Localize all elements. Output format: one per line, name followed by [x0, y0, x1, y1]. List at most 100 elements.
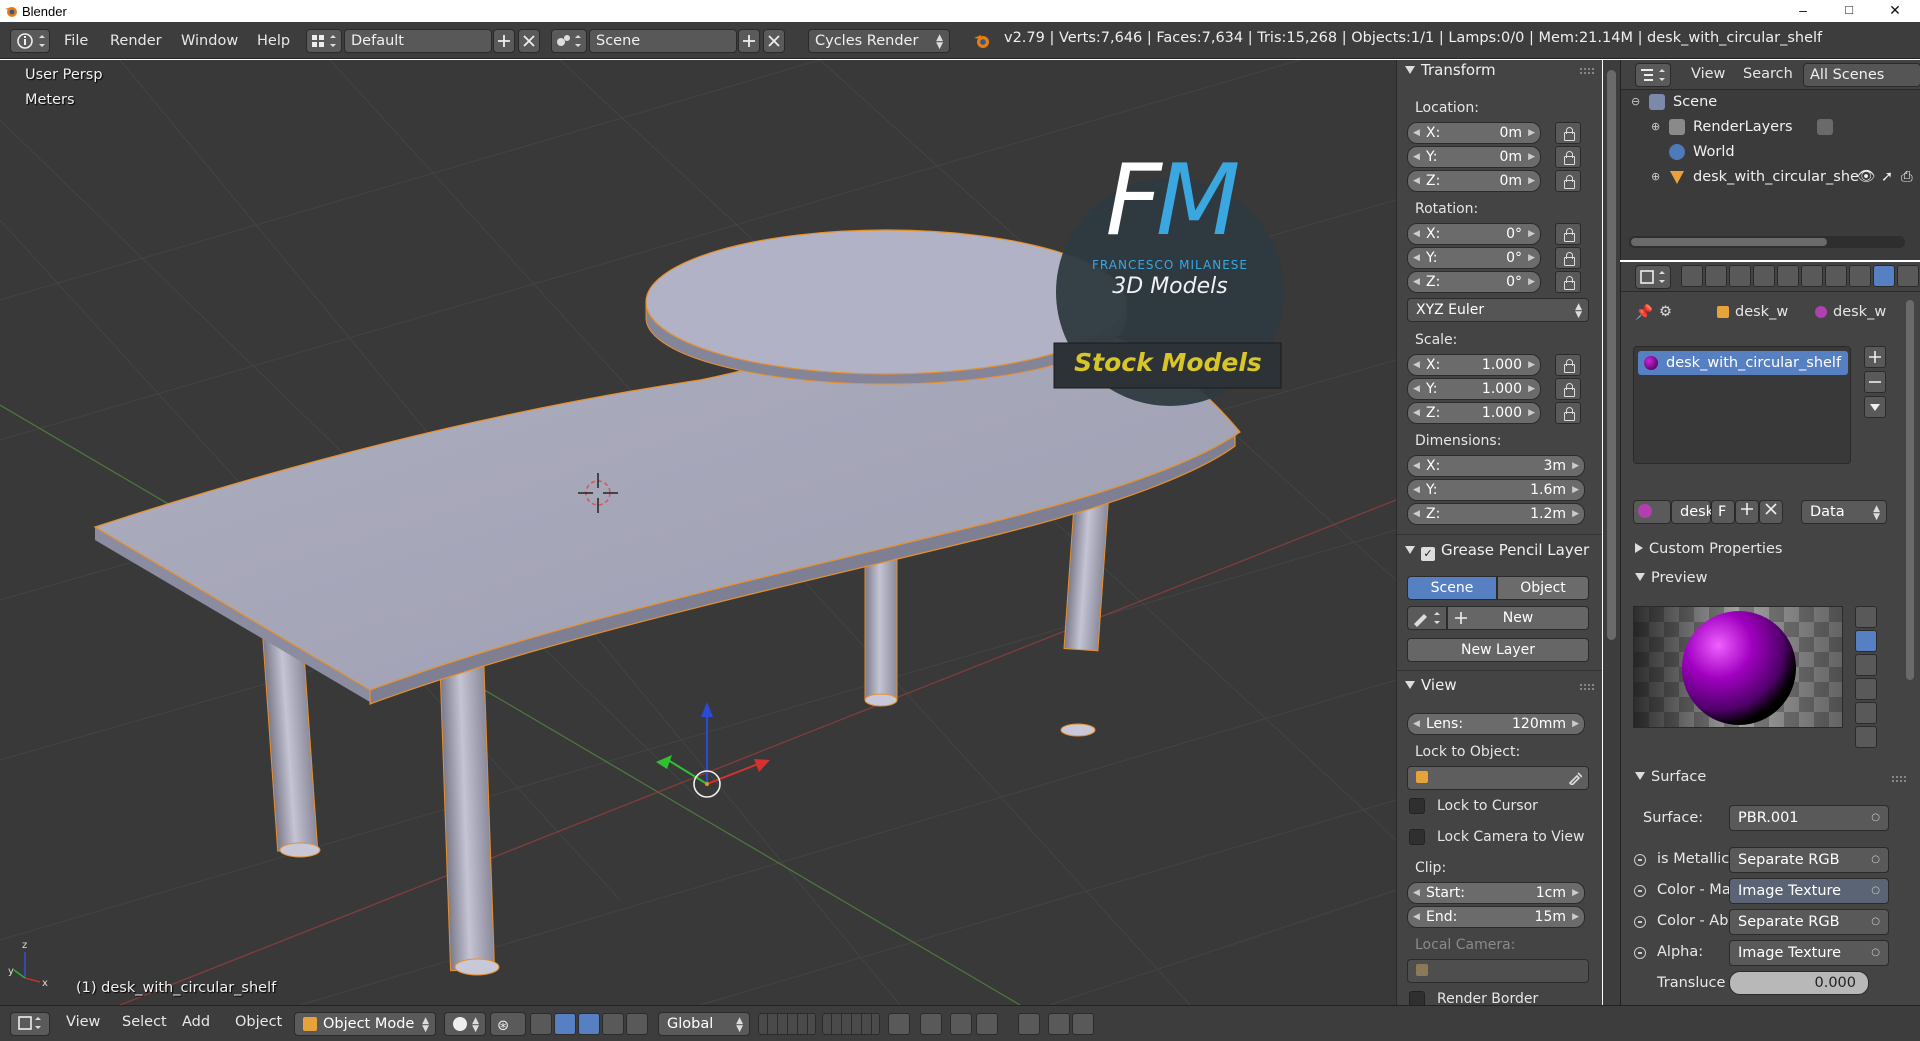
editor-type-properties-button[interactable]	[1635, 265, 1671, 289]
material-name-field[interactable]: desk_	[1671, 500, 1721, 524]
lock-scale-z-icon[interactable]	[1555, 402, 1581, 424]
surface-section-header[interactable]: Surface	[1635, 769, 1706, 785]
monkey-preview-icon[interactable]	[1855, 678, 1877, 700]
transform-gizmo[interactable]	[656, 702, 770, 798]
add-screen-button[interactable]	[493, 29, 515, 53]
expand-input-icon[interactable]	[1634, 854, 1646, 866]
outliner-display-mode[interactable]: All Scenes	[1803, 63, 1920, 87]
scene-tab-icon[interactable]	[1729, 265, 1751, 287]
render-engine-selector[interactable]: Cycles Render ▲ ▼	[808, 29, 950, 53]
snap-element-icon[interactable]	[976, 1013, 998, 1035]
editor-type-outliner-button[interactable]	[1635, 63, 1671, 87]
clip-end-field[interactable]: ◀ End: 15m ▶	[1407, 906, 1585, 928]
scale-x-field[interactable]: ◀ X: 1.000 ▶	[1407, 354, 1541, 376]
data-tab-icon[interactable]	[1849, 265, 1871, 287]
location-z-field[interactable]: ◀ Z: 0m ▶	[1407, 170, 1541, 192]
dimensions-x-field[interactable]: ◀ X: 3m ▶	[1407, 455, 1585, 477]
add-scene-button[interactable]	[738, 29, 760, 53]
transform-panel-header[interactable]: Transform	[1405, 61, 1496, 79]
layers-grid-1[interactable]	[758, 1013, 816, 1035]
screen-layout-name[interactable]: Default	[344, 29, 492, 53]
render-border-checkbox[interactable]	[1409, 991, 1425, 1005]
lock-scale-y-icon[interactable]	[1555, 378, 1581, 400]
move-manipulator-icon[interactable]	[578, 1013, 600, 1035]
lens-field[interactable]: ◀ Lens: 120mm ▶	[1407, 713, 1585, 735]
maximize-button[interactable]: □	[1826, 0, 1872, 22]
constraints-tab-icon[interactable]	[1801, 265, 1823, 287]
rotation-y-field[interactable]: ◀ Y: 0° ▶	[1407, 247, 1541, 269]
unlink-material-button[interactable]	[1759, 500, 1783, 524]
lock-object-field[interactable]	[1407, 766, 1589, 790]
tab-object[interactable]: Object	[1497, 576, 1589, 600]
lock-location-z-icon[interactable]	[1555, 170, 1581, 192]
checkbox-checked-icon[interactable]: ✓	[1421, 547, 1435, 561]
mode-selector[interactable]: Object Mode ▲ ▼	[294, 1012, 436, 1036]
metallic-input-node[interactable]: Separate RGB ○	[1729, 847, 1889, 873]
screen-layout-selector[interactable]	[306, 29, 342, 53]
alpha-input-node[interactable]: Image Texture ○	[1729, 940, 1889, 966]
outliner-item-desk[interactable]: ⊕ desk_with_circular_she 👁 ➚ ⎙	[1621, 165, 1920, 189]
outliner-search-menu[interactable]: Search	[1743, 66, 1793, 82]
pivot-point-selector[interactable]: ⊛	[490, 1012, 526, 1036]
rotation-x-field[interactable]: ◀ X: 0° ▶	[1407, 223, 1541, 245]
menu-object[interactable]: Object	[235, 1014, 282, 1030]
fake-user-button[interactable]: F	[1711, 500, 1735, 524]
manipulator-toggle-icon[interactable]	[530, 1013, 552, 1035]
cursor-selectable-icon[interactable]: ➚	[1881, 165, 1893, 189]
scale-z-field[interactable]: ◀ Z: 1.000 ▶	[1407, 402, 1541, 424]
menu-add[interactable]: Add	[182, 1014, 210, 1030]
texture-tab-icon[interactable]	[1897, 265, 1919, 287]
preview-header[interactable]: Preview	[1635, 570, 1707, 586]
menu-render[interactable]: Render	[110, 30, 162, 52]
material-browse-button[interactable]	[1633, 500, 1671, 524]
material-slot-item[interactable]: desk_with_circular_shelf	[1638, 351, 1848, 375]
menu-view[interactable]: View	[66, 1014, 100, 1030]
menu-window[interactable]: Window	[181, 30, 238, 52]
sky-preview-icon[interactable]	[1855, 726, 1877, 748]
object-tab-icon[interactable]	[1777, 265, 1799, 287]
lock-location-x-icon[interactable]	[1555, 122, 1581, 144]
surface-shader-field[interactable]: PBR.001 ○	[1729, 805, 1889, 831]
link-mode-dropdown[interactable]: Data ▲ ▼	[1801, 500, 1887, 524]
lock-to-cursor-checkbox[interactable]	[1409, 798, 1425, 814]
transform-orientation-dropdown[interactable]: Global ▲ ▼	[658, 1012, 750, 1036]
dimensions-z-field[interactable]: ◀ Z: 1.2m ▶	[1407, 503, 1585, 525]
eyedropper-icon[interactable]	[1568, 771, 1582, 785]
layers-grid-2[interactable]	[822, 1013, 880, 1035]
outliner-item-renderlayers[interactable]: ⊕ RenderLayers	[1621, 115, 1920, 139]
expand-input-icon[interactable]	[1634, 885, 1646, 897]
drag-grip-icon[interactable]	[1892, 776, 1906, 782]
location-y-field[interactable]: ◀ Y: 0m ▶	[1407, 146, 1541, 168]
drag-grip-icon[interactable]	[1580, 684, 1594, 690]
modifiers-tab-icon[interactable]	[1825, 265, 1847, 287]
npanel-scrollbar-thumb[interactable]	[1607, 70, 1616, 640]
scene-name[interactable]: Scene	[589, 29, 737, 53]
render-tab-icon[interactable]	[1681, 265, 1703, 287]
clip-start-field[interactable]: ◀ Start: 1cm ▶	[1407, 882, 1585, 904]
editor-type-info-button[interactable]	[10, 29, 50, 53]
remove-slot-button[interactable]	[1864, 371, 1886, 393]
opengl-animation-icon[interactable]	[1072, 1013, 1094, 1035]
outliner-view-menu[interactable]: View	[1691, 66, 1725, 82]
add-slot-button[interactable]	[1864, 346, 1886, 368]
view-panel-header[interactable]: View	[1405, 676, 1457, 694]
drag-grip-icon[interactable]	[1580, 68, 1594, 74]
render-layers-tab-icon[interactable]	[1705, 265, 1727, 287]
expand-input-icon[interactable]	[1634, 947, 1646, 959]
new-layer-button[interactable]: New Layer	[1407, 638, 1589, 662]
sphere-preview-icon[interactable]	[1855, 630, 1877, 652]
opengl-render-icon[interactable]	[1048, 1013, 1070, 1035]
menu-select[interactable]: Select	[122, 1014, 167, 1030]
color-ab-input-node[interactable]: Separate RGB ○	[1729, 909, 1889, 935]
delete-scene-button[interactable]	[763, 29, 785, 53]
flat-preview-icon[interactable]	[1855, 606, 1877, 628]
minimize-button[interactable]: –	[1780, 0, 1826, 22]
lock-scale-x-icon[interactable]	[1555, 354, 1581, 376]
lock-location-y-icon[interactable]	[1555, 146, 1581, 168]
delete-screen-button[interactable]	[518, 29, 540, 53]
camera-render-icon[interactable]: ⎙	[1901, 165, 1913, 189]
proportional-edit-icon[interactable]	[920, 1013, 942, 1035]
breadcrumb-object[interactable]: desk_w	[1735, 304, 1788, 320]
new-material-button[interactable]	[1735, 500, 1759, 524]
properties-scrollbar-thumb[interactable]	[1906, 300, 1914, 680]
